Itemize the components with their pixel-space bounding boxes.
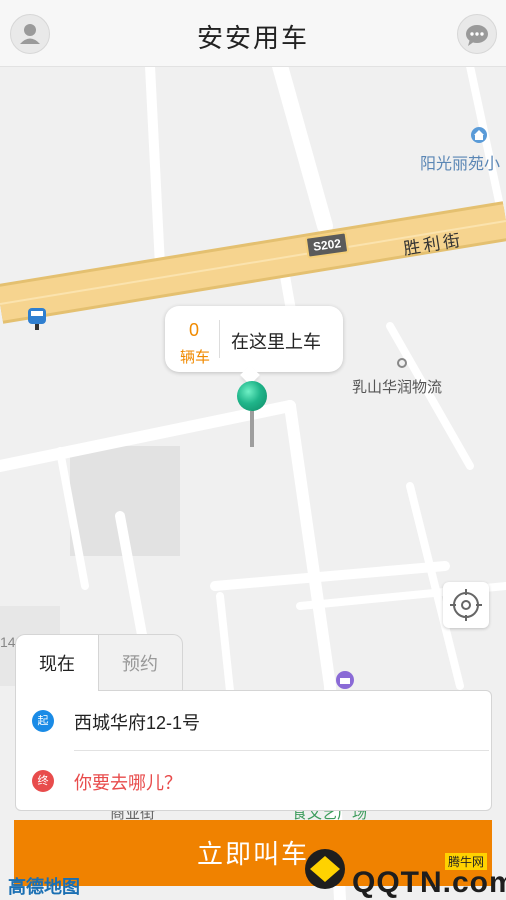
- bubble-divider: [219, 320, 220, 358]
- app-header: 安安用车: [0, 0, 506, 67]
- watermark-text: QQTN.com: [352, 866, 506, 899]
- edge-number-label: 14: [0, 634, 16, 650]
- poi-label-community: 阳光丽苑小: [420, 156, 501, 173]
- bus-stop-icon: [26, 306, 48, 337]
- ride-time-tabs: 现在 预约: [15, 634, 183, 691]
- locate-button[interactable]: [443, 582, 489, 628]
- location-pin-icon[interactable]: [237, 381, 267, 411]
- car-count: 0: [188, 320, 199, 340]
- tab-reserve[interactable]: 预约: [97, 634, 183, 691]
- start-address-row[interactable]: 起 西城华府12-1号: [16, 691, 491, 751]
- page-title: 安安用车: [196, 23, 309, 53]
- car-unit: 辆车: [179, 349, 210, 366]
- message-icon: [466, 25, 488, 46]
- poi-icon: [470, 126, 488, 149]
- crosshair-icon: [450, 589, 482, 621]
- start-address-value: 西城华府12-1号: [74, 713, 201, 733]
- start-badge-icon: 起: [32, 710, 54, 732]
- tab-now[interactable]: 现在: [15, 634, 99, 691]
- destination-placeholder: 你要去哪儿？: [74, 773, 182, 793]
- address-panel: 起 西城华府12-1号 终 你要去哪儿？: [15, 690, 492, 811]
- location-pin-stick: [250, 411, 254, 447]
- destination-row[interactable]: 终 你要去哪儿？: [16, 751, 491, 810]
- pickup-bubble[interactable]: 0 辆车 在这里上车: [165, 306, 343, 385]
- messages-button[interactable]: [457, 14, 497, 54]
- watermark-logo-icon: [300, 846, 350, 897]
- end-badge-icon: 终: [32, 770, 54, 792]
- amap-logo: 高德地图: [8, 877, 80, 897]
- poi-label-logistics: 乳山华润物流: [352, 379, 443, 396]
- pickup-message: 在这里上车: [231, 332, 321, 352]
